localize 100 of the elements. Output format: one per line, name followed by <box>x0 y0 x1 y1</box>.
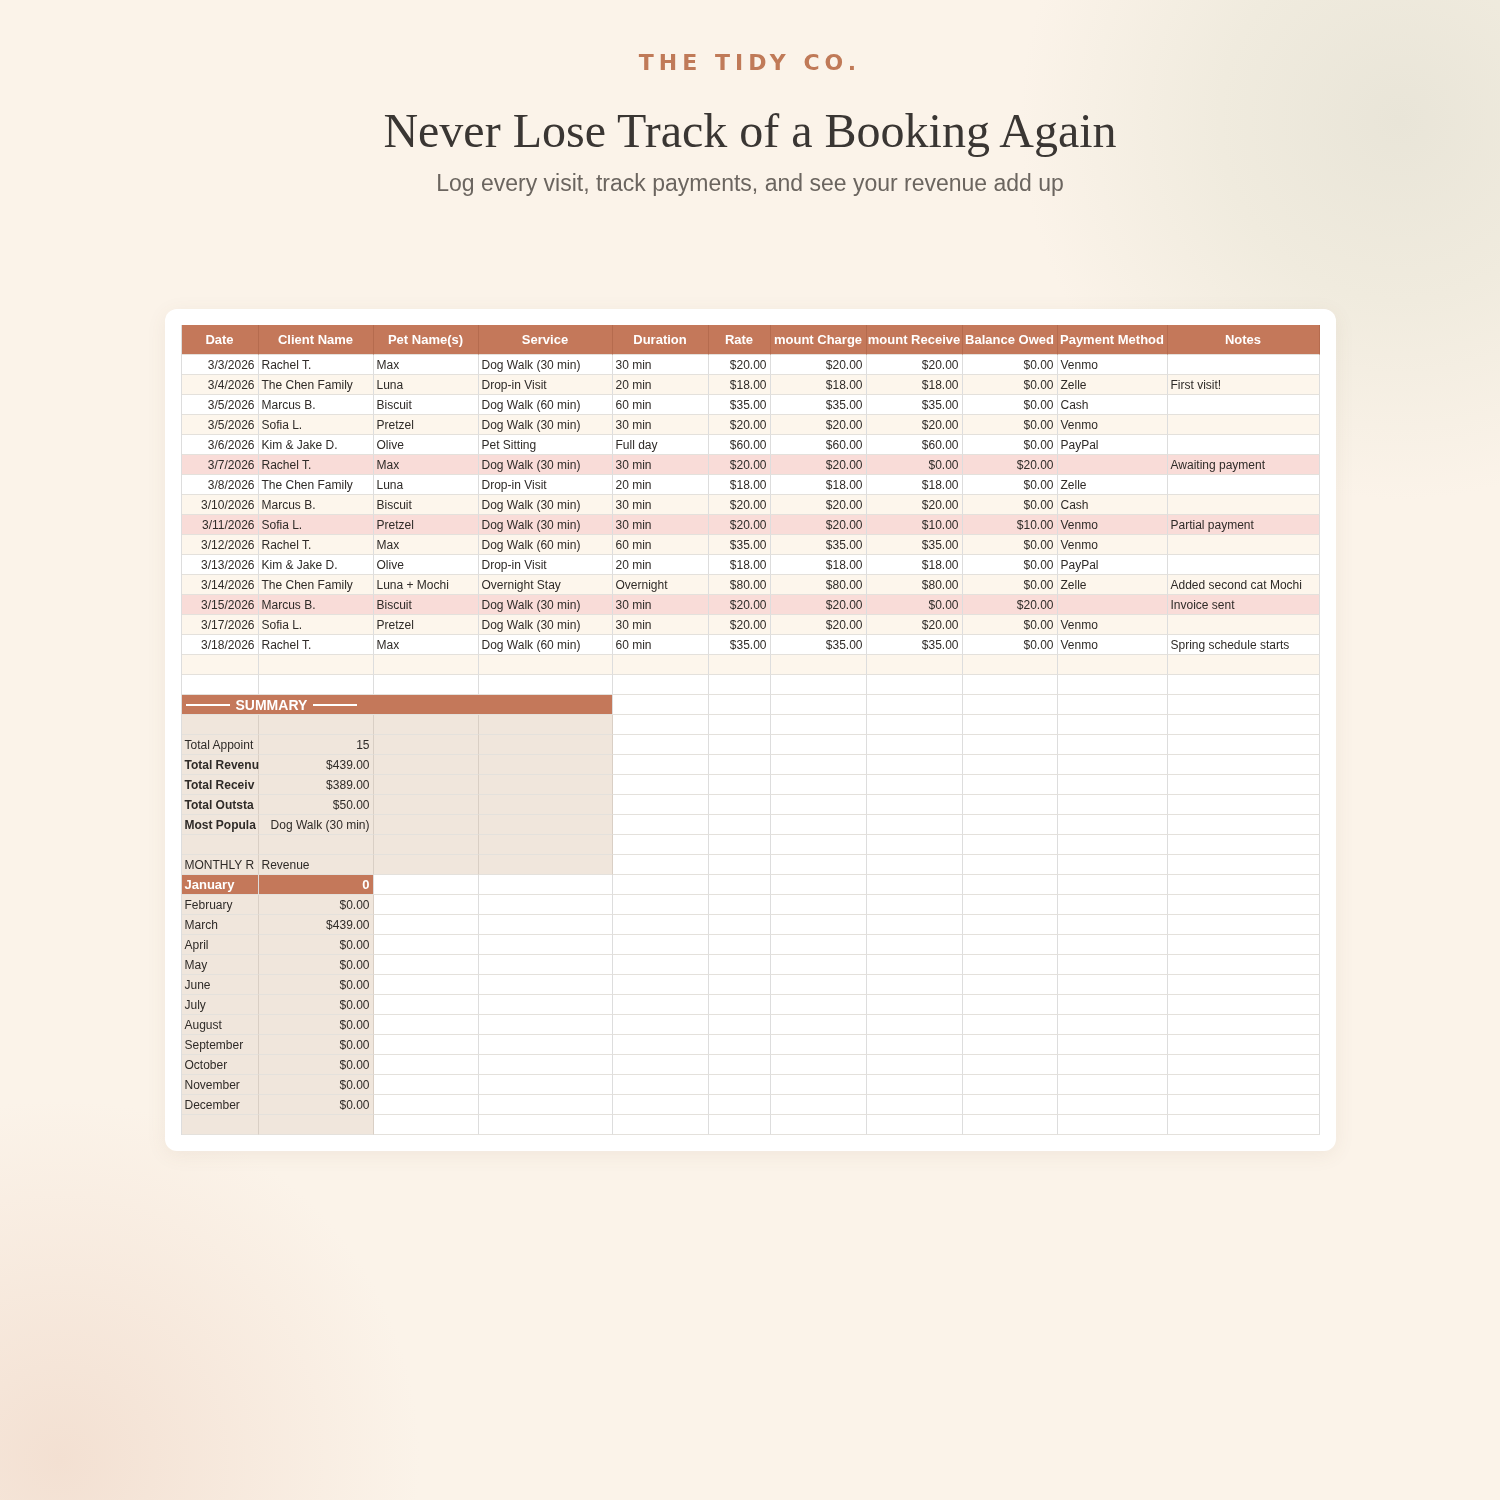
table-cell: $10.00 <box>866 515 963 535</box>
table-cell <box>708 1075 771 1095</box>
table-cell: Kim & Jake D. <box>258 555 374 575</box>
table-cell: Full day <box>612 435 709 455</box>
column-header: mount Receive <box>866 325 963 355</box>
table-cell: 3/4/2026 <box>181 375 259 395</box>
table-cell: Venmo <box>1057 535 1168 555</box>
table-cell: $0.00 <box>962 615 1058 635</box>
table-cell: Sofia L. <box>258 415 374 435</box>
table-cell: $20.00 <box>770 415 867 435</box>
table-cell: Total Appoint <box>181 735 259 755</box>
table-cell <box>708 995 771 1015</box>
table-cell: $0.00 <box>258 955 374 975</box>
table-cell: March <box>181 915 259 935</box>
table-cell <box>708 1095 771 1115</box>
table-cell: Marcus B. <box>258 595 374 615</box>
table-cell: December <box>181 1095 259 1115</box>
table-cell: $35.00 <box>770 635 867 655</box>
table-cell: 30 min <box>612 595 709 615</box>
table-cell <box>708 875 771 895</box>
table-cell: Dog Walk (60 min) <box>478 635 613 655</box>
table-cell: Zelle <box>1057 475 1168 495</box>
table-cell: Total Revenu <box>181 755 259 775</box>
table-cell: July <box>181 995 259 1015</box>
table-cell <box>708 695 771 715</box>
table-cell <box>708 1035 771 1055</box>
table-cell: $18.00 <box>708 555 771 575</box>
table-cell: $18.00 <box>770 475 867 495</box>
brand-name: THE TIDY CO. <box>638 50 862 75</box>
table-cell: Dog Walk (30 min) <box>258 815 374 835</box>
table-cell: $60.00 <box>708 435 771 455</box>
table-cell: Biscuit <box>373 395 479 415</box>
table-cell <box>708 915 771 935</box>
table-cell: The Chen Family <box>258 375 374 395</box>
table-cell: $18.00 <box>866 375 963 395</box>
table-cell: PayPal <box>1057 435 1168 455</box>
table-cell: $0.00 <box>962 555 1058 575</box>
table-cell: October <box>181 1055 259 1075</box>
table-cell: $20.00 <box>770 515 867 535</box>
table-cell: June <box>181 975 259 995</box>
table-cell: Cash <box>1057 395 1168 415</box>
table-cell: Sofia L. <box>258 615 374 635</box>
table-cell: Venmo <box>1057 415 1168 435</box>
table-cell: Overnight <box>612 575 709 595</box>
table-cell: $439.00 <box>258 915 374 935</box>
table-cell: $0.00 <box>962 355 1058 375</box>
table-cell <box>708 1015 771 1035</box>
table-cell: 30 min <box>612 515 709 535</box>
table-cell: 3/14/2026 <box>181 575 259 595</box>
table-cell: $0.00 <box>258 1095 374 1115</box>
table-cell: $0.00 <box>962 415 1058 435</box>
table-cell: Max <box>373 455 479 475</box>
table-cell <box>708 715 771 735</box>
table-cell: Most Popula <box>181 815 259 835</box>
table-cell <box>708 855 771 875</box>
table-cell: $20.00 <box>770 595 867 615</box>
column-header: Client Name <box>258 325 374 355</box>
table-cell: Venmo <box>1057 515 1168 535</box>
table-cell: 3/8/2026 <box>181 475 259 495</box>
table-cell: 3/17/2026 <box>181 615 259 635</box>
table-cell <box>708 775 771 795</box>
table-cell: Zelle <box>1057 575 1168 595</box>
table-cell: $20.00 <box>708 595 771 615</box>
table-cell: $0.00 <box>962 395 1058 415</box>
table-cell <box>708 675 771 695</box>
table-cell: September <box>181 1035 259 1055</box>
table-cell: PayPal <box>1057 555 1168 575</box>
table-cell: $18.00 <box>866 475 963 495</box>
column-header: Pet Name(s) <box>373 325 479 355</box>
table-cell <box>708 935 771 955</box>
table-cell: 30 min <box>612 495 709 515</box>
column-header: Balance Owed <box>962 325 1058 355</box>
table-cell: 3/18/2026 <box>181 635 259 655</box>
table-cell: $18.00 <box>708 475 771 495</box>
table-cell: Dog Walk (30 min) <box>478 355 613 375</box>
column-header: mount Charge <box>770 325 867 355</box>
table-cell: 0 <box>258 875 374 895</box>
table-cell: $20.00 <box>770 615 867 635</box>
column-header: Notes <box>1167 325 1320 355</box>
table-cell: Added second cat Mochi <box>1167 575 1320 595</box>
table-cell: Rachel T. <box>258 535 374 555</box>
table-cell: Kim & Jake D. <box>258 435 374 455</box>
table-cell: 3/3/2026 <box>181 355 259 375</box>
table-cell: $0.00 <box>258 1015 374 1035</box>
summary-title: SUMMARY <box>235 695 308 715</box>
table-cell: 30 min <box>612 415 709 435</box>
table-cell: $20.00 <box>770 455 867 475</box>
column-header: Duration <box>612 325 709 355</box>
table-cell: 3/12/2026 <box>181 535 259 555</box>
table-cell: Dog Walk (30 min) <box>478 495 613 515</box>
table-cell: Drop-in Visit <box>478 475 613 495</box>
table-cell: Venmo <box>1057 615 1168 635</box>
table-cell: Total Receiv <box>181 775 259 795</box>
table-cell: Zelle <box>1057 375 1168 395</box>
table-cell: 3/6/2026 <box>181 435 259 455</box>
table-cell <box>708 1055 771 1075</box>
table-cell: 60 min <box>612 535 709 555</box>
table-cell: Dog Walk (30 min) <box>478 595 613 615</box>
table-cell: Partial payment <box>1167 515 1320 535</box>
table-cell: MONTHLY R <box>181 855 259 875</box>
